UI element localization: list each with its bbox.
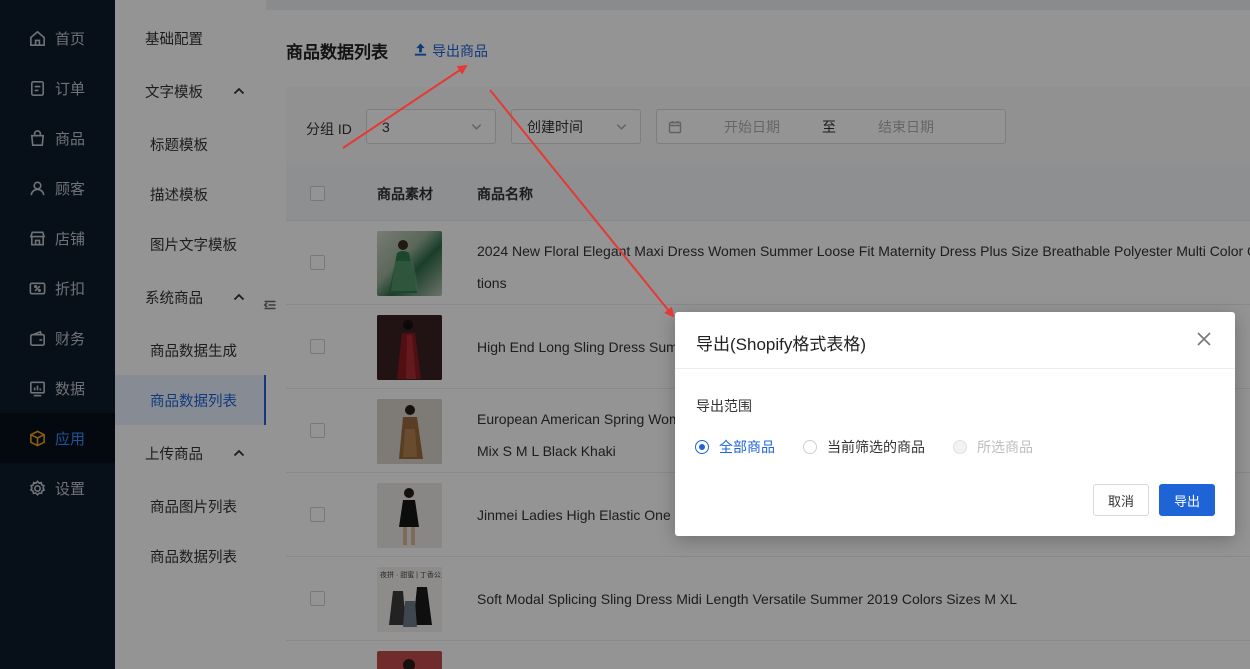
export-button[interactable]: 导出 [1159,484,1215,516]
radio-label: 全部商品 [719,439,775,455]
radio-dot [803,440,817,454]
radio-dot [953,440,967,454]
export-dialog: 导出(Shopify格式表格) 导出范围 全部商品 当前筛选的商品 所选商品 取… [675,312,1235,536]
cancel-button[interactable]: 取消 [1093,484,1149,516]
radio-selected-goods[interactable]: 所选商品 [953,437,1033,457]
close-icon[interactable] [1195,330,1213,348]
export-scope-label: 导出范围 [696,398,752,414]
radio-label: 所选商品 [977,439,1033,455]
radio-label: 当前筛选的商品 [827,439,925,455]
dialog-title: 导出(Shopify格式表格) [696,335,867,354]
dialog-divider [675,368,1235,369]
export-scope-radio-group: 全部商品 当前筛选的商品 所选商品 [695,437,1061,457]
radio-all-goods[interactable]: 全部商品 [695,437,775,457]
radio-filtered-goods[interactable]: 当前筛选的商品 [803,437,925,457]
radio-dot [695,440,709,454]
